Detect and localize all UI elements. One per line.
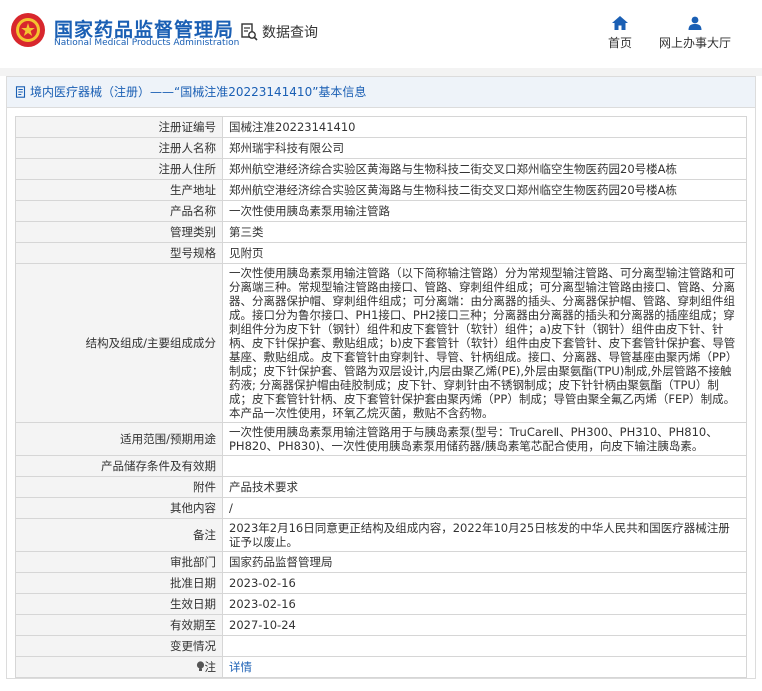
- data-query-link[interactable]: 数据查询: [240, 22, 318, 42]
- row-label: 有效期至: [15, 614, 223, 636]
- table-row: 注册证编号 国械注准20223141410: [15, 116, 747, 138]
- row-label: 审批部门: [15, 551, 223, 573]
- nav-home-label: 首页: [607, 36, 632, 50]
- breadcrumb: 境内医疗器械（注册）——“国械注准20223141410”基本信息: [7, 77, 755, 108]
- details-link[interactable]: 详情: [229, 660, 252, 674]
- user-icon: [688, 16, 702, 30]
- table-row: 生产地址 郑州航空港经济综合实验区黄海路与生物科技二街交叉口郑州临空生物医药园20…: [15, 179, 747, 201]
- table-row: 产品储存条件及有效期: [15, 455, 747, 477]
- table-row: 适用范围/预期用途 一次性使用胰岛素泵用输注管路用于与胰岛素泵(型号：TruCar…: [15, 422, 747, 456]
- row-value: [222, 635, 747, 657]
- table-row: 注 详情: [15, 656, 747, 678]
- row-value: 产品技术要求: [222, 476, 747, 498]
- table-row: 审批部门 国家药品监督管理局: [15, 551, 747, 573]
- row-label: 结构及组成/主要组成成分: [15, 263, 223, 423]
- nav-online-hall[interactable]: 网上办事大厅: [650, 16, 740, 51]
- row-label: 注册人住所: [15, 158, 223, 180]
- row-value: 国械注准20223141410: [222, 116, 747, 138]
- home-icon: [612, 16, 628, 30]
- row-label: 注册证编号: [15, 116, 223, 138]
- bulb-icon: [196, 661, 204, 671]
- header-divider: [0, 68, 762, 76]
- row-label: 注册人名称: [15, 137, 223, 159]
- site-title-en: National Medical Products Administration: [54, 38, 240, 48]
- row-label: 适用范围/预期用途: [15, 422, 223, 456]
- table-row: 注册人名称 郑州瑞宇科技有限公司: [15, 137, 747, 159]
- row-label: 产品储存条件及有效期: [15, 455, 223, 477]
- row-value: 详情: [222, 656, 747, 678]
- data-query-label: 数据查询: [262, 25, 318, 41]
- row-value: 2023-02-16: [222, 593, 747, 615]
- row-label: 型号规格: [15, 242, 223, 264]
- row-value: 郑州航空港经济综合实验区黄海路与生物科技二街交叉口郑州临空生物医药园20号楼A栋: [222, 179, 747, 201]
- row-value: 一次性使用胰岛素泵用输注管路（以下简称输注管路）分为常规型输注管路、可分离型输注…: [222, 263, 747, 423]
- row-value: /: [222, 497, 747, 519]
- row-label: 生效日期: [15, 593, 223, 615]
- table-row: 产品名称 一次性使用胰岛素泵用输注管路: [15, 200, 747, 222]
- row-label: 变更情况: [15, 635, 223, 657]
- nav-online-hall-label: 网上办事大厅: [658, 36, 731, 50]
- row-label: 其他内容: [15, 497, 223, 519]
- row-label: 批准日期: [15, 572, 223, 594]
- row-label: 产品名称: [15, 200, 223, 222]
- table-row: 注册人住所 郑州航空港经济综合实验区黄海路与生物科技二街交叉口郑州临空生物医药园2…: [15, 158, 747, 180]
- table-row: 变更情况: [15, 635, 747, 657]
- data-search-icon: [241, 23, 258, 41]
- table-row: 生效日期 2023-02-16: [15, 593, 747, 615]
- row-label: 备注: [15, 518, 223, 552]
- row-value: [222, 455, 747, 477]
- row-label-note: 注: [15, 656, 223, 678]
- site-header: 国家药品监督管理局 National Medical Products Admi…: [0, 0, 762, 68]
- row-value: 国家药品监督管理局: [222, 551, 747, 573]
- row-value: 2023年2月16日同意更正结构及组成内容，2022年10月25日核发的中华人民…: [222, 518, 747, 552]
- breadcrumb-text: 境内医疗器械（注册）——“国械注准20223141410”基本信息: [30, 85, 367, 99]
- document-icon: [15, 86, 26, 98]
- nav-home[interactable]: 首页: [600, 16, 640, 51]
- row-label: 附件: [15, 476, 223, 498]
- table-row: 型号规格 见附页: [15, 242, 747, 264]
- row-value: 2023-02-16: [222, 572, 747, 594]
- row-value: 郑州瑞宇科技有限公司: [222, 137, 747, 159]
- table-row: 备注 2023年2月16日同意更正结构及组成内容，2022年10月25日核发的中华…: [15, 518, 747, 552]
- row-value: 一次性使用胰岛素泵用输注管路用于与胰岛素泵(型号：TruCareⅡ、PH300、…: [222, 422, 747, 456]
- row-value: 郑州航空港经济综合实验区黄海路与生物科技二街交叉口郑州临空生物医药园20号楼A栋: [222, 158, 747, 180]
- row-value: 见附页: [222, 242, 747, 264]
- row-value: 2027-10-24: [222, 614, 747, 636]
- info-table: 注册证编号 国械注准20223141410 注册人名称 郑州瑞宇科技有限公司 注册人…: [15, 116, 747, 678]
- national-emblem-icon: [11, 13, 45, 47]
- row-label: 生产地址: [15, 179, 223, 201]
- row-value: 第三类: [222, 221, 747, 243]
- table-row: 附件 产品技术要求: [15, 476, 747, 498]
- note-label: 注: [204, 660, 217, 674]
- table-row: 其他内容 /: [15, 497, 747, 519]
- table-row: 管理类别 第三类: [15, 221, 747, 243]
- detail-panel: 境内医疗器械（注册）——“国械注准20223141410”基本信息 注册证编号国…: [6, 76, 756, 679]
- table-row: 结构及组成/主要组成成分 一次性使用胰岛素泵用输注管路（以下简称输注管路）分为常规…: [15, 263, 747, 423]
- table-row: 有效期至 2027-10-24: [15, 614, 747, 636]
- row-value: 一次性使用胰岛素泵用输注管路: [222, 200, 747, 222]
- table-row: 批准日期 2023-02-16: [15, 572, 747, 594]
- row-label: 管理类别: [15, 221, 223, 243]
